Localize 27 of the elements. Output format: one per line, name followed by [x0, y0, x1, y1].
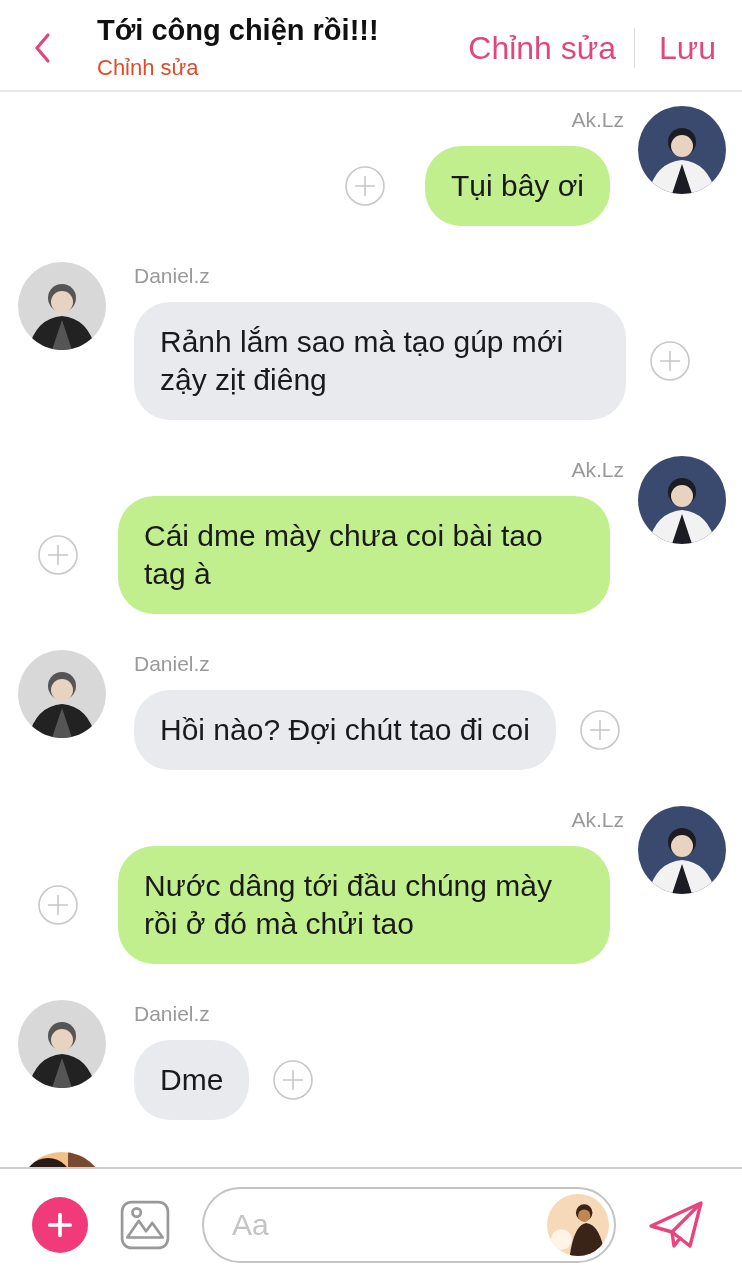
plus-icon	[46, 1211, 74, 1239]
add-reaction-icon[interactable]	[579, 710, 620, 750]
edit-link[interactable]: Chỉnh sửa	[97, 55, 379, 81]
sender-name: Ak.Lz	[571, 808, 624, 832]
message-bubble: Hồi nào? Đợi chút tao đi coi	[134, 690, 556, 770]
add-reaction-icon[interactable]	[344, 166, 385, 206]
message-input[interactable]: Aa	[202, 1187, 616, 1263]
add-button[interactable]	[32, 1197, 88, 1253]
message-bubble: Nước dâng tới đầu chúng mày rồi ở đó mà chửi tao	[118, 846, 610, 964]
header-action-button[interactable]: Chỉnh sửa	[464, 29, 620, 67]
add-reaction-icon[interactable]	[273, 1060, 314, 1100]
message-bubble: Rảnh lắm sao mà tạo gúp mới zậy zịt điêng	[134, 302, 626, 420]
image-icon[interactable]	[120, 1200, 170, 1250]
chat-title: Tới công chiện rồi!!!	[97, 14, 379, 47]
header-action-button[interactable]: Lưu	[655, 29, 720, 67]
add-reaction-icon[interactable]	[38, 885, 78, 925]
message-bubble: Cái dme mày chưa coi bài tao tag à	[118, 496, 610, 614]
add-reaction-icon[interactable]	[38, 535, 78, 575]
message-bubble: Dme	[134, 1040, 250, 1120]
sender-name: Ak.Lz	[571, 458, 624, 482]
sender-name: Daniel.z	[134, 264, 211, 288]
sender-name: Daniel.z	[134, 652, 211, 676]
sender-name: Ak.Lz	[571, 108, 624, 132]
sender-name: Daniel.z	[134, 1002, 211, 1026]
send-icon[interactable]	[648, 1200, 704, 1250]
message-bubble: Tụi bây ơi	[424, 146, 610, 226]
add-reaction-icon[interactable]	[650, 341, 690, 381]
